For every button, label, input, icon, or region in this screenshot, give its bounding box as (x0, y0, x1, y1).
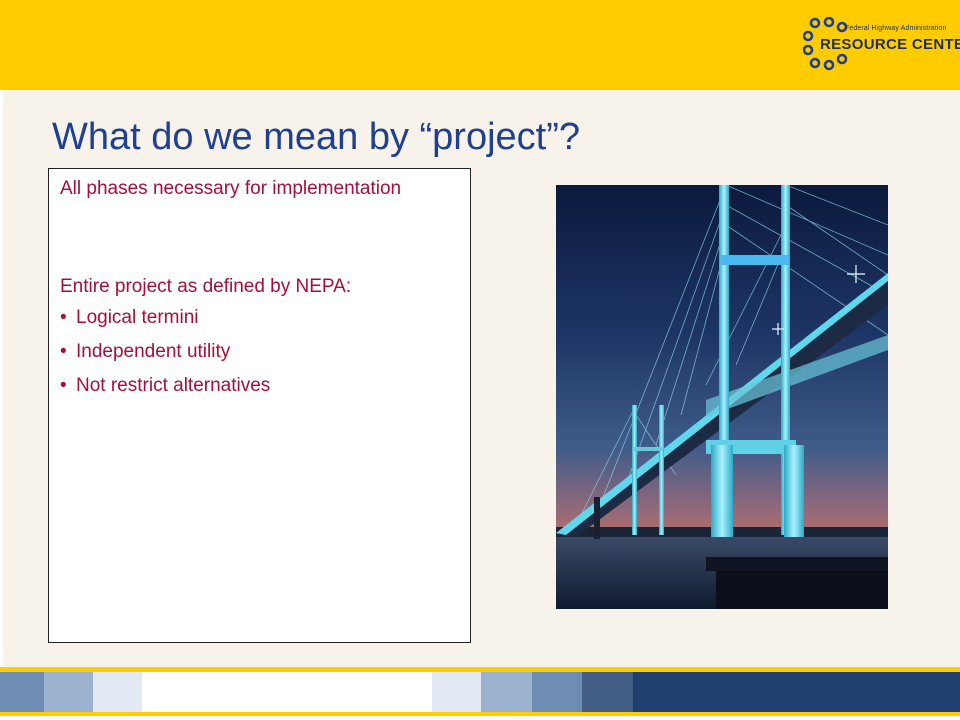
criteria-list: • Logical termini • Independent utility • N… (60, 306, 270, 408)
footer-block (532, 672, 582, 712)
list-item-text: Not restrict alternatives (76, 375, 271, 396)
content-box: All phases necessary for implementation … (48, 168, 471, 643)
logo-subtitle: Federal Highway Administration (845, 25, 947, 32)
footer-block (93, 672, 142, 712)
paragraph-nepa: Entire project as defined by NEPA: (60, 276, 352, 297)
footer-block (0, 672, 44, 712)
slide-edge (0, 90, 3, 667)
bullet-dot-icon: • (60, 341, 67, 362)
resource-center-logo: Federal Highway Administration RESOURCE … (803, 17, 960, 71)
footer-block (582, 672, 633, 712)
slide-title: What do we mean by “project”? (52, 116, 581, 158)
footer-block (432, 672, 481, 712)
bullet-dot-icon: • (60, 375, 67, 396)
bridge-photo (556, 185, 888, 609)
bullet-dot-icon: • (60, 307, 67, 328)
list-item: • Independent utility (60, 340, 270, 374)
logo-title: RESOURCE CENTER (820, 36, 960, 53)
list-item: • Not restrict alternatives (60, 374, 270, 408)
footer-block (44, 672, 93, 712)
list-item-text: Independent utility (76, 341, 231, 362)
list-item: • Logical termini (60, 306, 270, 340)
footer-block (481, 672, 532, 712)
list-item-text: Logical termini (76, 307, 199, 328)
footer-block (633, 672, 960, 712)
footer-stripe-bottom (0, 712, 960, 716)
paragraph-phases: All phases necessary for implementation (60, 178, 402, 199)
